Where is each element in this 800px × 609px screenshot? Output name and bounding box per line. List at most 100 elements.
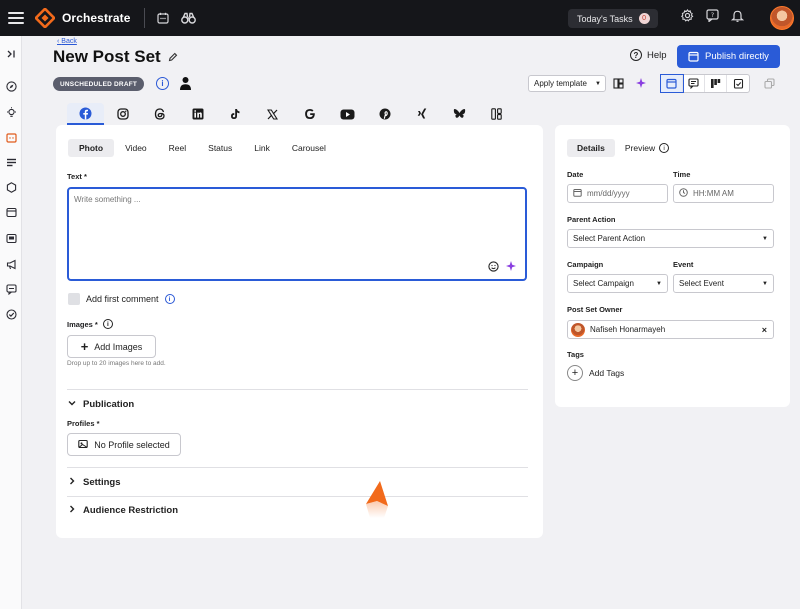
todays-tasks-label: Today's Tasks [577,13,633,24]
select-profile-button[interactable]: No Profile selected [67,433,181,456]
megaphone-icon[interactable] [5,258,17,270]
archive-icon[interactable] [5,232,17,244]
tab-photo[interactable]: Photo [68,139,115,157]
tab-status[interactable]: Status [197,139,243,157]
no-profile-label: No Profile selected [94,439,170,450]
event-select[interactable]: Select Event ▼ [673,274,774,293]
tab-other-network[interactable] [478,103,515,125]
publication-section-toggle[interactable]: Publication [68,399,134,410]
parent-action-value: Select Parent Action [573,234,646,243]
list-icon[interactable] [5,156,17,168]
tab-xing[interactable] [404,103,441,125]
menu-icon[interactable] [5,8,27,28]
lightbulb-icon[interactable] [5,106,17,118]
campaign-select[interactable]: Select Campaign ▼ [567,274,668,293]
audience-section-toggle[interactable]: Audience Restriction [68,505,178,516]
close-icon[interactable]: × [762,325,767,335]
tab-bluesky[interactable] [441,103,478,125]
todays-tasks-button[interactable]: Today's Tasks 0 [568,9,658,28]
binoculars-icon[interactable] [181,12,197,24]
status-badge: UNSCHEDULED DRAFT [53,77,145,91]
layout-icon[interactable] [613,78,624,91]
pencil-icon[interactable] [168,52,178,64]
owner-label: Post Set Owner [567,305,623,314]
tab-x[interactable] [254,103,291,125]
profiles-label: Profiles * [67,419,100,428]
time-input[interactable]: HH:MM AM [673,184,774,203]
instagram-icon [117,108,129,120]
check-circle-icon[interactable] [5,308,17,320]
settings-label: Settings [83,477,121,488]
message-icon[interactable] [5,283,17,295]
add-tags-button[interactable]: + Add Tags [567,365,624,381]
help-chat-icon[interactable]: ? [706,9,719,24]
collapse-sidebar-icon[interactable] [5,48,17,60]
threads-icon [155,108,166,120]
app-name: Orchestrate [62,11,131,25]
date-input[interactable]: mm/dd/yyyy [567,184,668,203]
tab-instagram[interactable] [104,103,141,125]
tab-facebook[interactable] [67,103,105,125]
tab-google[interactable] [291,103,328,125]
tab-linkedin[interactable] [179,103,216,125]
tab-youtube[interactable] [329,103,366,125]
help-button[interactable]: ? Help [630,49,667,61]
gear-icon[interactable] [680,9,694,24]
tab-reel[interactable]: Reel [158,139,197,157]
info-icon[interactable]: i [102,319,113,329]
calendar-view-icon[interactable] [660,74,684,93]
emoji-icon[interactable] [488,260,499,274]
settings-section-toggle[interactable]: Settings [68,477,120,488]
ai-sparkle-icon[interactable] [505,260,517,274]
post-set-owner-field[interactable]: Nafiseh Honarmayeh × [567,320,774,339]
calendar-icon[interactable] [157,12,170,24]
xing-icon [417,108,427,119]
chevron-down-icon: ▼ [595,80,601,87]
tab-threads[interactable] [142,103,179,125]
back-link[interactable]: ‹ Back [57,38,77,45]
info-icon[interactable]: i [156,77,169,90]
add-first-comment-row: Add first comment i [68,293,175,305]
add-images-button[interactable]: + Add Images [67,335,156,358]
user-avatar[interactable] [770,6,794,30]
campaign-value: Select Campaign [573,279,634,288]
tags-label: Tags [567,350,584,359]
parent-action-label: Parent Action [567,215,616,224]
kanban-view-icon[interactable] [705,75,727,92]
add-first-comment-checkbox[interactable] [68,293,80,305]
approval-view-icon[interactable] [727,75,749,92]
post-text-input[interactable]: Write something ... [67,187,527,281]
apply-template-select[interactable]: Apply template ▼ [528,75,606,92]
youtube-icon [340,109,355,119]
audience-label: Audience Restriction [83,505,179,516]
tab-preview[interactable]: Preview i [615,139,679,157]
top-bar: Orchestrate Today's Tasks 0 ? [0,0,800,36]
chevron-down-icon: ▼ [762,280,768,287]
calendar-icon[interactable] [5,131,17,143]
person-icon[interactable] [179,76,192,93]
tab-video[interactable]: Video [114,139,158,157]
tab-link[interactable]: Link [243,139,281,157]
bell-icon[interactable] [730,9,745,24]
tab-carousel[interactable]: Carousel [281,139,337,157]
ai-sparkle-icon[interactable] [635,77,647,91]
feed-view-icon[interactable] [683,75,705,92]
tab-details[interactable]: Details [567,139,615,157]
tab-pinterest[interactable] [366,103,403,125]
info-icon[interactable]: i [164,294,175,304]
clock-icon [679,188,688,199]
publish-directly-button[interactable]: Publish directly [677,45,780,68]
browser-icon[interactable] [5,206,17,218]
chevron-down-icon [68,399,76,410]
text-label: Text * [67,172,87,181]
divider [67,496,528,497]
date-placeholder: mm/dd/yyyy [587,189,630,198]
details-tabs: Details Preview i [567,139,679,157]
divider [67,389,528,390]
orchestrate-logo-icon[interactable] [33,6,57,30]
compass-icon[interactable] [5,80,17,92]
copy-icon[interactable] [764,78,775,91]
tab-tiktok[interactable] [217,103,254,125]
hexagon-icon[interactable] [5,181,17,193]
parent-action-select[interactable]: Select Parent Action ▼ [567,229,774,248]
